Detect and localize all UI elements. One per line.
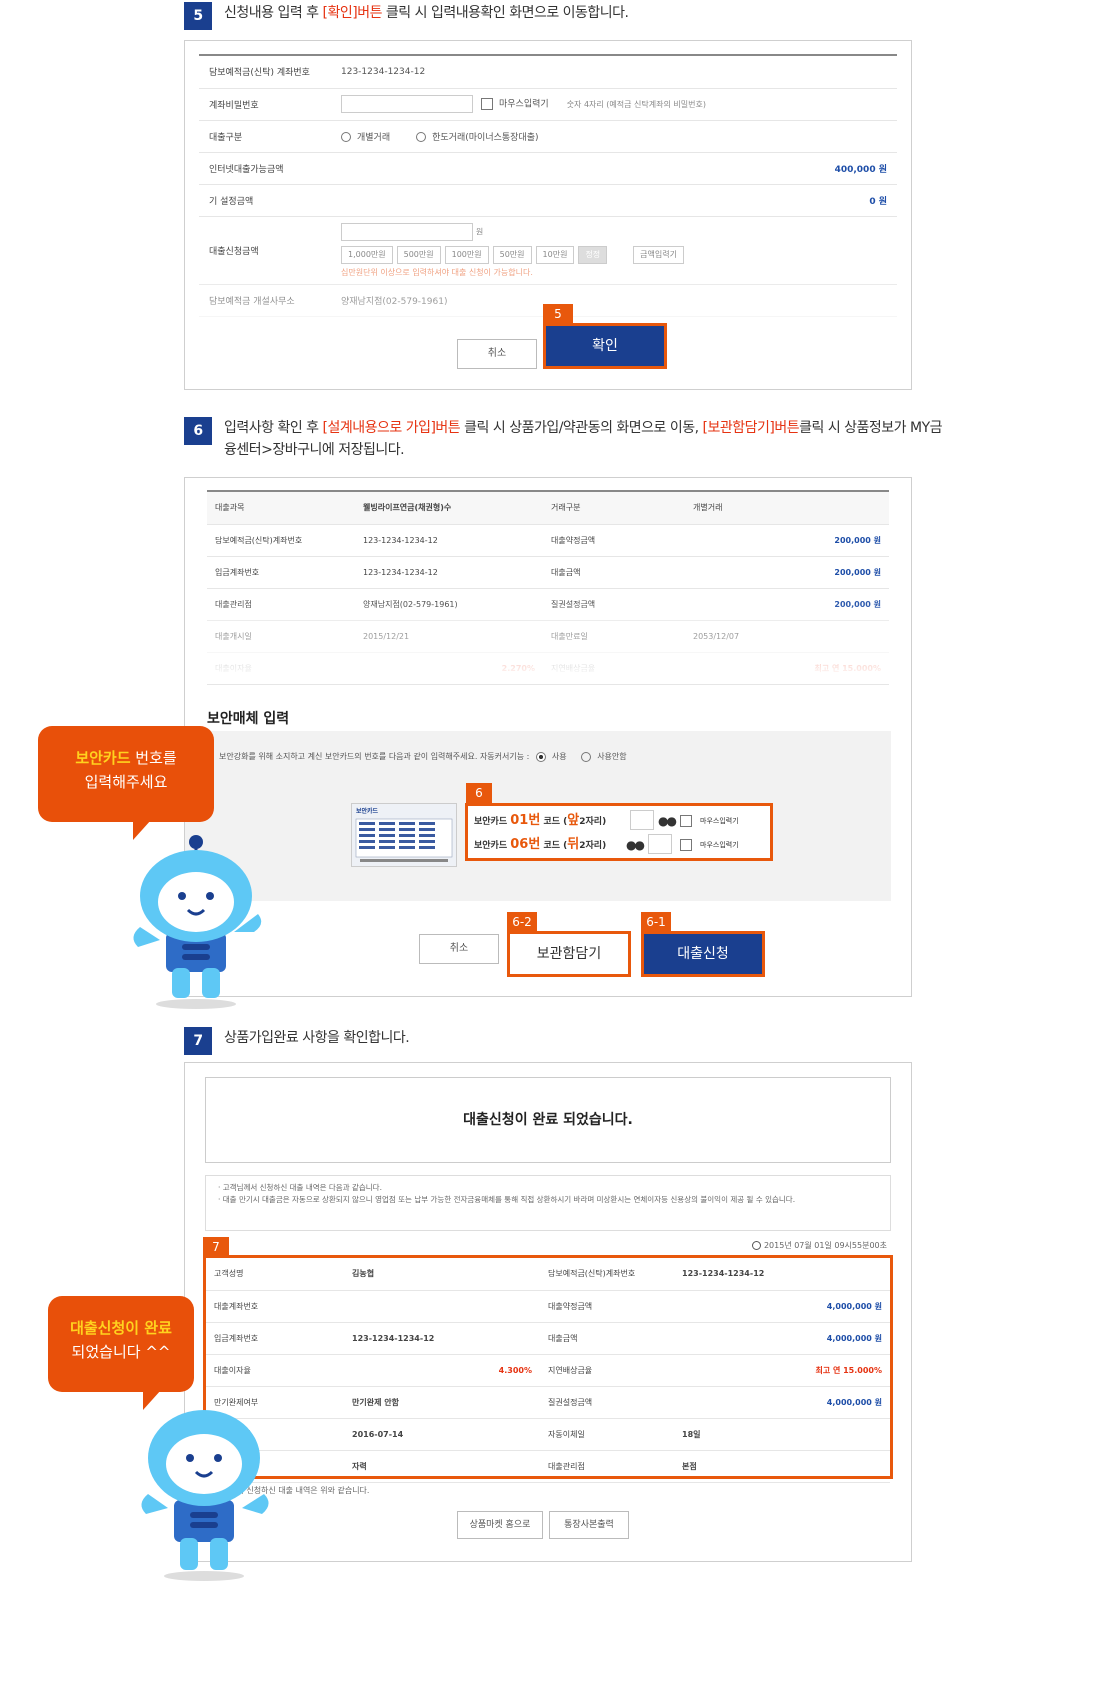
loan-form-panel: 담보예적금(신탁) 계좌번호 123-1234-1234-12 계좌비밀번호 마… bbox=[184, 40, 912, 390]
step-5-heading: 5 신청내용 입력 후 [확인]버튼 클릭 시 입력내용확인 화면으로 이동합니… bbox=[184, 2, 944, 30]
security-code-line-1: 보안카드 01번 코드 (앞2자리) bbox=[474, 813, 607, 828]
step-description: 입력사항 확인 후 [설계내용으로 가입]버튼 클릭 시 상품가입/약관동의 화… bbox=[224, 420, 943, 458]
row-preset-amount: 기 설정금액 0 원 bbox=[199, 184, 897, 217]
amount-5m-button[interactable]: 500만원 bbox=[396, 245, 441, 264]
cancel-button[interactable]: 취소 bbox=[419, 934, 499, 964]
auto-cursor-off-radio[interactable] bbox=[581, 751, 592, 762]
table-row: 만기완제여부 만기완제 안함 질권설정금액 4,000,000 원 bbox=[206, 1386, 890, 1419]
amount-10m-button[interactable]: 1,000만원 bbox=[341, 245, 393, 264]
product-market-home-button[interactable]: 상품마켓 홈으로 bbox=[457, 1511, 543, 1539]
robot-mascot-icon bbox=[133, 835, 262, 1009]
mouse-input-checkbox[interactable] bbox=[481, 98, 493, 110]
table-row: 담보예적금(신탁)계좌번호 123-1234-1234-12 대출약정금액 200,0… bbox=[207, 524, 889, 557]
row-available-amount: 인터넷대출가능금액 400,000 원 bbox=[199, 152, 897, 185]
save-to-basket-button[interactable]: 보관함담기 bbox=[507, 931, 631, 977]
security-code-box: 보안카드 01번 코드 (앞2자리) ●● 마우스입력기 보안카드 06번 코드… bbox=[465, 803, 773, 861]
step-tag-6-2: 6-2 bbox=[507, 912, 537, 932]
password-input[interactable] bbox=[341, 95, 473, 113]
table-row: 입금계좌번호 123-1234-1234-12 대출금액 200,000 원 bbox=[207, 556, 889, 589]
step-description: 상품가입완료 사항을 확인합니다. bbox=[224, 1030, 410, 1046]
robot-mascot-icon bbox=[141, 1410, 269, 1581]
step-description: 신청내용 입력 후 [확인]버튼 클릭 시 입력내용확인 화면으로 이동합니다. bbox=[224, 5, 629, 21]
security-box: 보안강화를 위해 소지하고 계신 보안카드의 번호를 다음과 같이 입력해주세요… bbox=[185, 731, 891, 901]
table-row: 대출관리점 양재남지점(02-579-1961) 질권설정금액 200,000 원 bbox=[207, 588, 889, 621]
code-input-2[interactable] bbox=[648, 834, 672, 854]
amount-input[interactable] bbox=[341, 222, 473, 241]
cancel-button[interactable]: 취소 bbox=[457, 339, 537, 369]
table-row: 대출과목 웰빙라이프연금(채권형)수 거래구분 개별거래 bbox=[207, 492, 889, 525]
masked-dots-icon: ●● bbox=[658, 814, 677, 828]
security-description: 보안강화를 위해 소지하고 계신 보안카드의 번호를 다음과 같이 입력해주세요… bbox=[219, 752, 530, 761]
loan-apply-button[interactable]: 대출신청 bbox=[641, 931, 765, 977]
loan-type-limit-radio[interactable] bbox=[416, 132, 427, 142]
security-card-image: 보안카드 bbox=[351, 803, 457, 867]
table-row: 입금계좌번호 123-1234-1234-12 대출금액 4,000,000 원 bbox=[206, 1322, 890, 1355]
completion-message: 대출신청이 완료 되었습니다. bbox=[205, 1077, 891, 1163]
step-number: 6 bbox=[184, 417, 212, 445]
speech-bubble-security-card: 보안카드 번호를 입력해주세요 bbox=[38, 726, 214, 840]
row-loan-type: 대출구분 개별거래 한도거래(마이너스통장대출) bbox=[199, 120, 897, 153]
loan-type-individual-radio[interactable] bbox=[341, 132, 351, 142]
amount-100k-button[interactable]: 10만원 bbox=[535, 245, 575, 264]
amount-correct-button[interactable]: 정정 bbox=[578, 245, 608, 264]
confirm-panel: 대출과목 웰빙라이프연금(채권형)수 거래구분 개별거래 담보예적금(신탁)계좌번호 1… bbox=[184, 477, 912, 997]
table-row: 대출개시일 2015/12/21 대출만료일 2053/12/07 bbox=[207, 620, 889, 653]
print-passbook-button[interactable]: 통장사본출력 bbox=[549, 1511, 629, 1539]
complete-panel: 대출신청이 완료 되었습니다. · 고객님께서 신청하신 대출 내역은 다음과 … bbox=[184, 1062, 912, 1562]
row-request-amount: 대출신청금액 원 1,000만원 500만원 100만원 50만원 10만원 정정 금액입력… bbox=[199, 216, 897, 285]
table-row: 상환방법자력대출관리점본점 bbox=[206, 1450, 890, 1483]
row-account-password: 계좌비밀번호 마우스입력기 숫자 4자리 (예적금 신탁계좌의 비밀번호) bbox=[199, 88, 897, 121]
speech-bubble-complete: 대출신청이 완료 되었습니다 ^^ bbox=[48, 1296, 194, 1410]
step-tag-7: 7 bbox=[203, 1237, 229, 1257]
amount-keypad-button[interactable]: 금액입력기 bbox=[633, 245, 684, 264]
masked-dots-icon: ●● bbox=[626, 838, 645, 852]
security-card-grid-icon bbox=[355, 818, 453, 862]
code-input-1[interactable] bbox=[630, 810, 654, 830]
table-row: 대출만료일2016-07-14자동이체일18일 bbox=[206, 1418, 890, 1451]
table-row: 대출이자율 4.300% 지연배상금율 최고 연 15.000% bbox=[206, 1354, 890, 1387]
step-6-heading: 6 입력사항 확인 후 [설계내용으로 가입]버튼 클릭 시 상품가입/약관동의… bbox=[184, 417, 944, 461]
timestamp: 2015년 07월 01일 09시55분00초 bbox=[752, 1240, 887, 1251]
clock-icon bbox=[752, 1241, 762, 1250]
step-7-heading: 7 상품가입완료 사항을 확인합니다. bbox=[184, 1027, 944, 1055]
step-number: 5 bbox=[184, 2, 212, 30]
step-tag-5: 5 bbox=[543, 304, 573, 324]
step-number: 7 bbox=[184, 1027, 212, 1055]
auto-cursor-on-radio[interactable] bbox=[535, 751, 546, 762]
collateral-account-value: 123-1234-1234-12 bbox=[331, 56, 897, 89]
loan-summary-table: 고객성명 김농협 담보예적금(신탁)계좌번호 123-1234-1234-12 대출계… bbox=[203, 1255, 893, 1483]
amount-1m-button[interactable]: 100만원 bbox=[444, 245, 489, 264]
table-row: 고객성명 김농협 담보예적금(신탁)계좌번호 123-1234-1234-12 bbox=[206, 1258, 890, 1291]
amount-500k-button[interactable]: 50만원 bbox=[492, 245, 532, 264]
mouse-input-checkbox-2[interactable] bbox=[680, 839, 692, 851]
step-tag-6-1: 6-1 bbox=[641, 912, 671, 932]
table-row: 대출계좌번호 대출약정금액 4,000,000 원 bbox=[206, 1290, 890, 1323]
step-tag-6: 6 bbox=[466, 783, 492, 803]
confirm-button[interactable]: 확인 bbox=[543, 323, 667, 369]
security-title: 보안매체 입력 bbox=[207, 711, 290, 727]
notice-box: · 고객님께서 신청하신 대출 내역은 다음과 같습니다. · 대출 만기시 대… bbox=[205, 1175, 891, 1231]
security-code-line-2: 보안카드 06번 코드 (뒤2자리) bbox=[474, 837, 607, 852]
row-collateral-account: 담보예적금(신탁) 계좌번호 123-1234-1234-12 bbox=[199, 56, 897, 89]
table-row: 대출이자율 2.270% 지연배상금율 최고 연 15.000% bbox=[207, 652, 889, 685]
mouse-input-checkbox-1[interactable] bbox=[680, 815, 692, 827]
